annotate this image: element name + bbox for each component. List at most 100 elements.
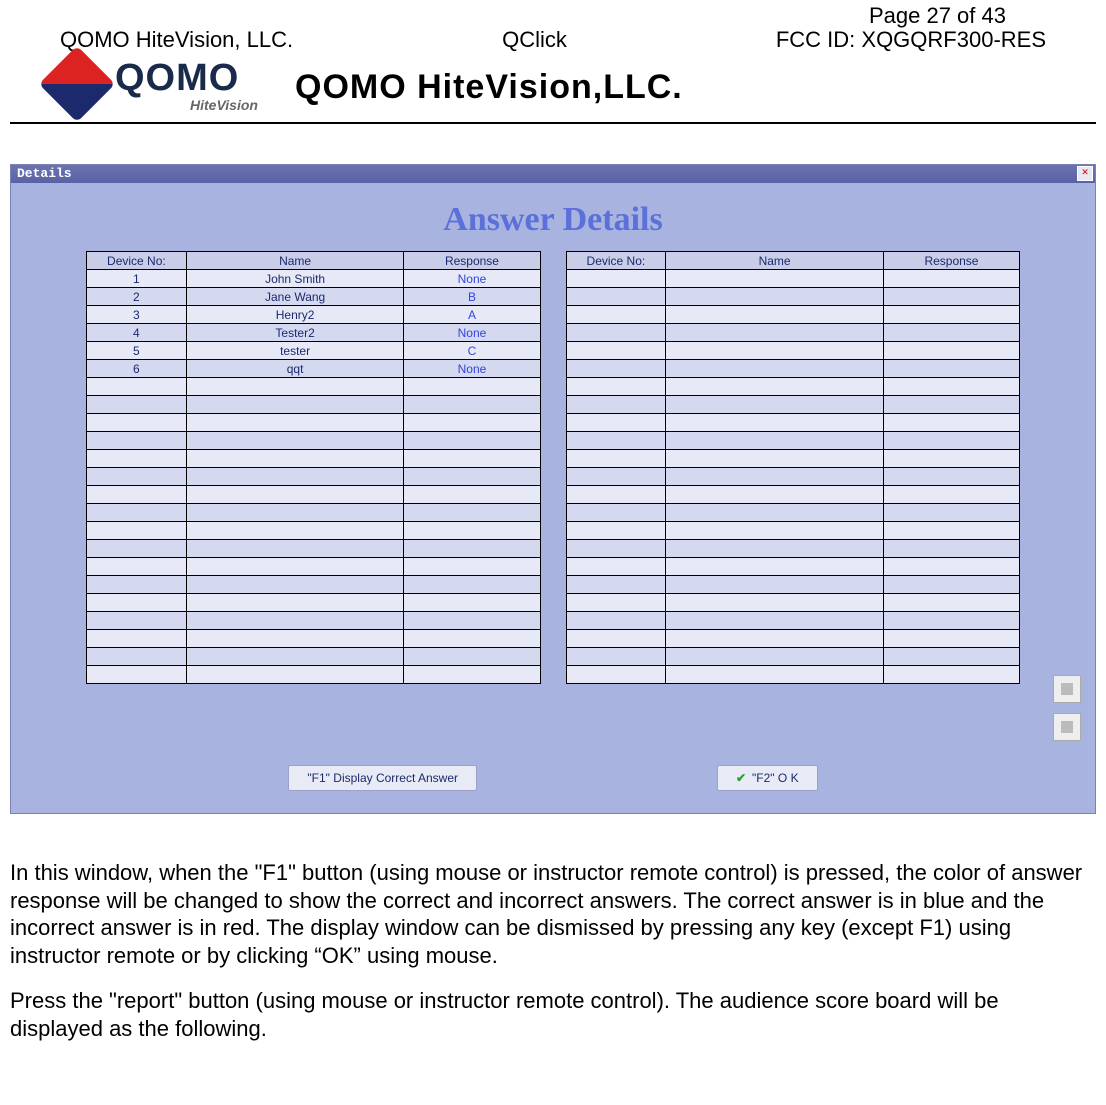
table-row — [566, 522, 1020, 540]
cell-device: 2 — [87, 288, 187, 306]
cell-device — [87, 540, 187, 558]
square-icon — [1061, 683, 1073, 695]
cell-device — [566, 324, 666, 342]
table-row: 4Tester2None — [87, 324, 541, 342]
cell-name — [666, 450, 884, 468]
table-row — [566, 360, 1020, 378]
scroll-down-button[interactable] — [1053, 713, 1081, 741]
cell-device — [566, 504, 666, 522]
table-row — [566, 342, 1020, 360]
cell-device: 3 — [87, 306, 187, 324]
cell-response — [883, 648, 1019, 666]
cell-device — [566, 522, 666, 540]
logo-mark-icon — [39, 46, 115, 122]
cell-device — [87, 558, 187, 576]
cell-response — [883, 360, 1019, 378]
cell-response — [883, 414, 1019, 432]
cell-device: 1 — [87, 270, 187, 288]
table-row — [566, 576, 1020, 594]
table-row — [87, 378, 541, 396]
cell-device — [566, 486, 666, 504]
cell-name — [666, 504, 884, 522]
cell-device — [566, 594, 666, 612]
cell-response — [404, 540, 540, 558]
col-response: Response — [404, 252, 540, 270]
table-header-row: Device No: Name Response — [566, 252, 1020, 270]
logo-text-sub: HiteVision — [190, 97, 258, 113]
table-row — [566, 306, 1020, 324]
cell-name: John Smith — [186, 270, 404, 288]
table-row — [87, 594, 541, 612]
cell-name — [666, 342, 884, 360]
table-row — [87, 666, 541, 684]
page-number: Page 27 of 43 — [10, 0, 1096, 29]
cell-name — [666, 378, 884, 396]
table-row — [566, 630, 1020, 648]
cell-name — [666, 630, 884, 648]
cell-device — [566, 450, 666, 468]
qomo-logo: QOMO HiteVision — [50, 55, 270, 120]
cell-response — [404, 522, 540, 540]
cell-response — [404, 414, 540, 432]
logo-text-main: QOMO — [115, 57, 239, 100]
table-row — [566, 396, 1020, 414]
cell-device — [87, 486, 187, 504]
cell-response — [404, 504, 540, 522]
cell-name — [186, 414, 404, 432]
tables-container: Device No: Name Response 1John Smith None… — [11, 251, 1095, 684]
letterhead: QOMO HiteVision QOMO HiteVision,LLC. — [10, 55, 1096, 124]
table-row — [566, 450, 1020, 468]
cell-device — [566, 270, 666, 288]
cell-device — [566, 396, 666, 414]
cell-device — [566, 288, 666, 306]
f2-ok-button[interactable]: ✔ "F2" O K — [717, 765, 818, 791]
table-row — [566, 270, 1020, 288]
cell-response — [883, 612, 1019, 630]
table-row — [566, 414, 1020, 432]
cell-name — [186, 576, 404, 594]
cell-name — [666, 360, 884, 378]
cell-response: A — [404, 306, 540, 324]
cell-device — [87, 504, 187, 522]
cell-device — [566, 342, 666, 360]
close-button[interactable]: ✕ — [1077, 166, 1093, 181]
window-titlebar: Details ✕ — [11, 165, 1095, 183]
cell-device — [87, 414, 187, 432]
table-row — [566, 648, 1020, 666]
cell-device: 4 — [87, 324, 187, 342]
cell-name — [186, 486, 404, 504]
cell-name — [666, 594, 884, 612]
cell-name: Henry2 — [186, 306, 404, 324]
square-icon — [1061, 721, 1073, 733]
cell-device — [566, 630, 666, 648]
cell-name — [666, 648, 884, 666]
cell-response — [883, 468, 1019, 486]
cell-device — [87, 522, 187, 540]
table-header-row: Device No: Name Response — [87, 252, 541, 270]
scroll-up-button[interactable] — [1053, 675, 1081, 703]
cell-name — [186, 540, 404, 558]
col-name: Name — [666, 252, 884, 270]
answers-table-right: Device No: Name Response — [566, 251, 1021, 684]
cell-device — [566, 558, 666, 576]
body-text: In this window, when the "F1" button (us… — [10, 859, 1096, 1042]
cell-name — [186, 504, 404, 522]
cell-device — [87, 468, 187, 486]
cell-name: tester — [186, 342, 404, 360]
details-window: Details ✕ Answer Details Device No: Name… — [10, 164, 1096, 814]
cell-response — [883, 504, 1019, 522]
cell-device — [566, 468, 666, 486]
cell-name — [186, 396, 404, 414]
table-row — [87, 522, 541, 540]
cell-response — [404, 450, 540, 468]
header-right: FCC ID: XQGQRF300-RES — [776, 27, 1046, 53]
cell-response — [883, 522, 1019, 540]
cell-name — [666, 288, 884, 306]
header-left: QOMO HiteVision, LLC. — [60, 27, 293, 53]
cell-name — [666, 414, 884, 432]
cell-response: None — [404, 324, 540, 342]
table-row — [87, 486, 541, 504]
table-row — [87, 576, 541, 594]
f1-display-correct-button[interactable]: "F1" Display Correct Answer — [288, 765, 477, 791]
cell-name — [666, 486, 884, 504]
